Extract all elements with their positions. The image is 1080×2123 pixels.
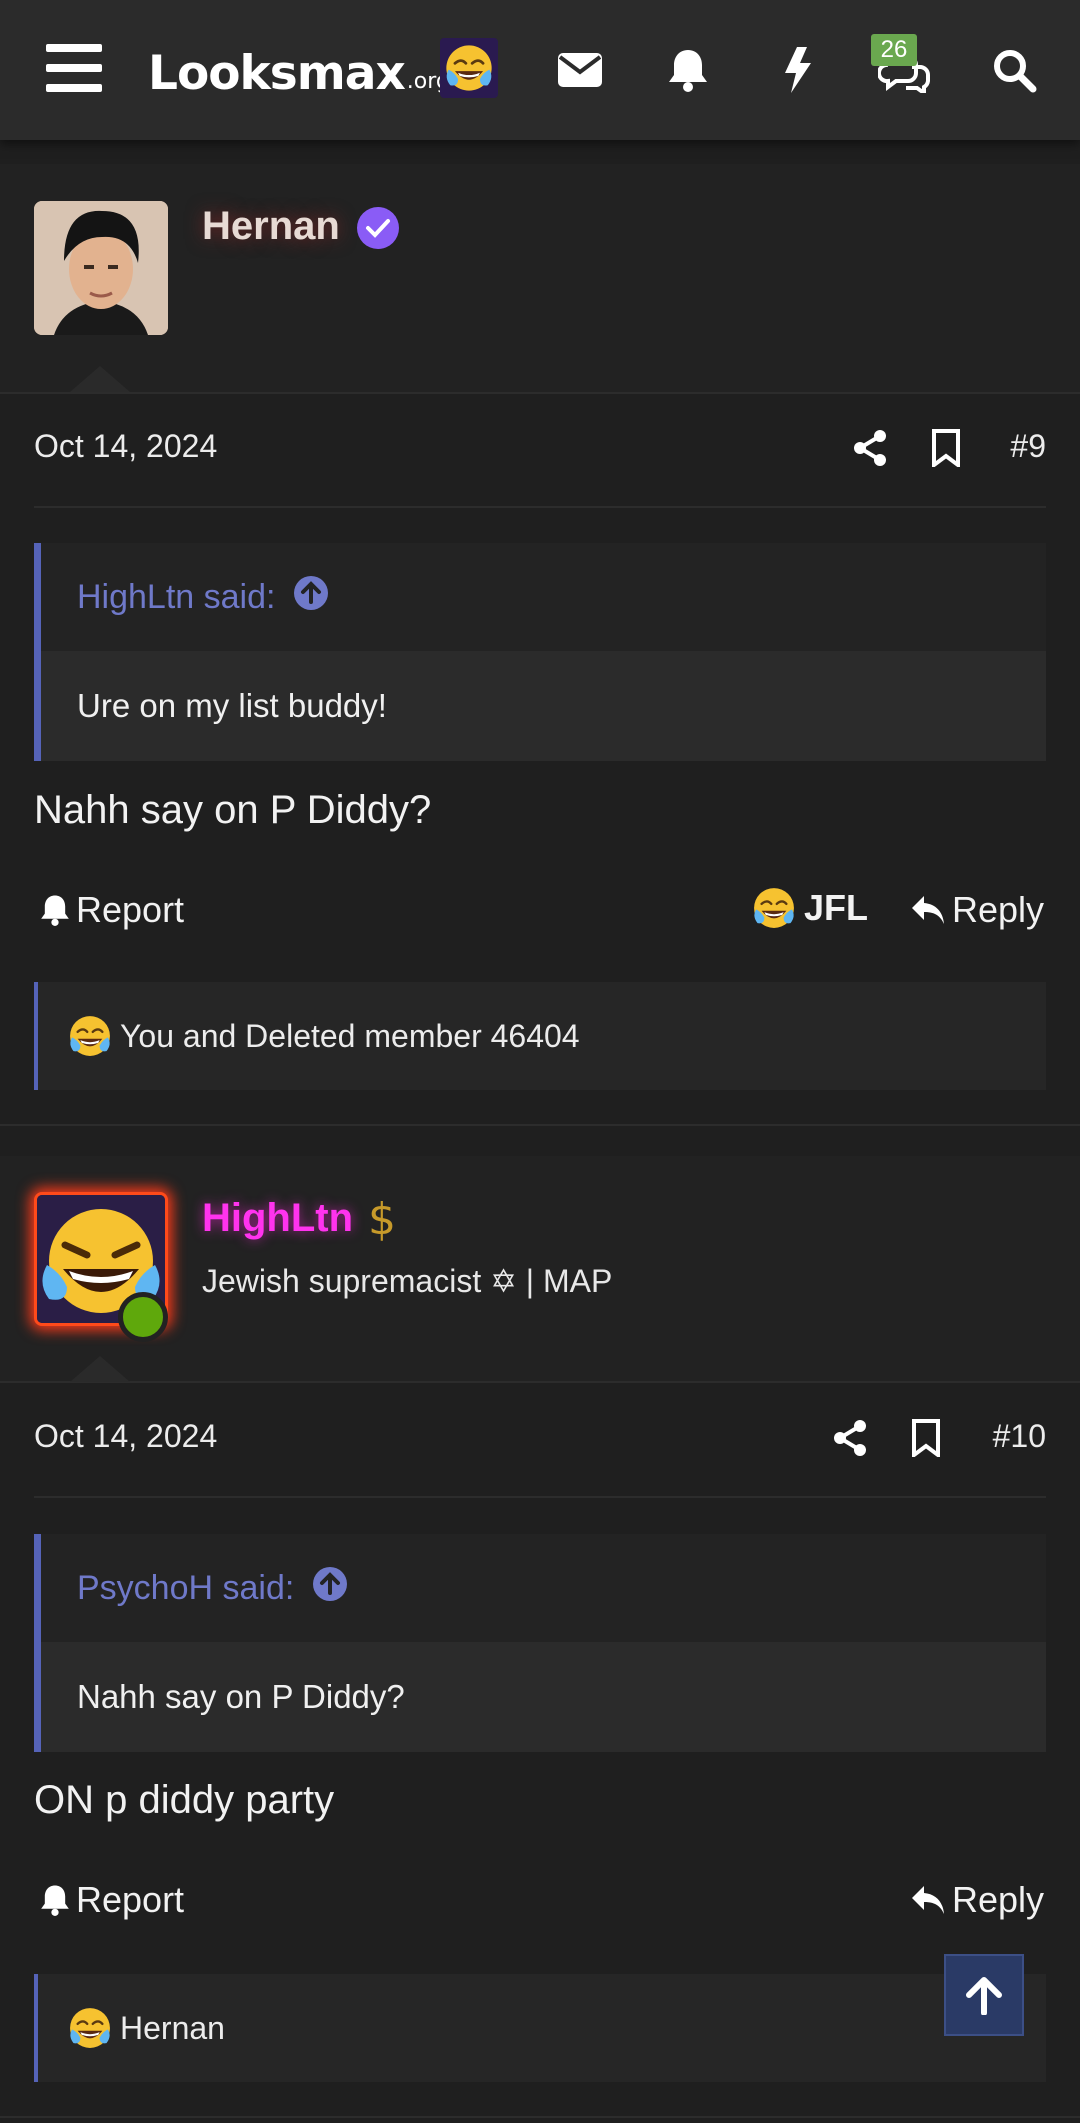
notification-count-badge[interactable]: 26 — [871, 34, 917, 66]
reactions-summary[interactable]: You and Deleted member 46404 — [34, 982, 1046, 1090]
share-icon[interactable] — [828, 1416, 872, 1460]
post-body: Nahh say on P Diddy? — [34, 788, 432, 832]
avatar-hernan[interactable] — [34, 201, 168, 335]
divider — [0, 392, 1080, 394]
bell-icon[interactable] — [656, 38, 720, 102]
quote-header[interactable]: HighLtn said: — [41, 543, 1046, 651]
post-date[interactable]: Oct 14, 2024 — [34, 1418, 217, 1455]
quote-author[interactable]: PsychoH said: — [77, 1569, 294, 1608]
user-title: Jewish supremacist ✡ | MAP — [202, 1263, 613, 1299]
quote-header[interactable]: PsychoH said: — [41, 1534, 1046, 1642]
reply-label: Reply — [952, 889, 1045, 930]
bookmark-icon[interactable] — [904, 1416, 948, 1460]
reply-button[interactable]: Reply — [910, 1879, 1044, 1921]
quote-block: PsychoH said: Nahh say on P Diddy? — [34, 1534, 1046, 1752]
quote-text: Ure on my list buddy! — [41, 651, 1046, 761]
laughing-crying-emoji-icon — [68, 2006, 112, 2050]
reactions-text[interactable]: You and Deleted member 46404 — [120, 1018, 580, 1055]
post-separator — [0, 2116, 1080, 2118]
laughing-crying-emoji-icon — [68, 1014, 112, 1058]
bell-icon — [41, 1885, 69, 1916]
arrow-up-icon — [966, 1977, 1002, 2015]
reaction-label: JFL — [804, 887, 869, 928]
reactions-summary[interactable]: Hernan — [34, 1974, 1046, 2082]
scroll-to-top-button[interactable] — [944, 1954, 1024, 2036]
report-button[interactable]: Report — [40, 889, 184, 931]
logo-text: Looksmax — [148, 46, 406, 101]
reply-icon — [912, 896, 944, 924]
online-status-indicator — [118, 1292, 168, 1342]
divider — [0, 1381, 1080, 1383]
quote-block: HighLtn said: Ure on my list buddy! — [34, 543, 1046, 761]
jump-to-quote-icon[interactable] — [293, 575, 329, 620]
report-label: Report — [76, 1879, 185, 1920]
reply-label: Reply — [952, 1879, 1045, 1920]
menu-icon[interactable] — [46, 44, 102, 94]
mail-icon[interactable] — [548, 38, 612, 102]
laughing-crying-emoji-icon — [440, 38, 498, 98]
quote-author[interactable]: HighLtn said: — [77, 578, 275, 617]
lightning-icon[interactable] — [766, 38, 830, 102]
avatar-notch — [70, 366, 130, 392]
reactions-text[interactable]: Hernan — [120, 2010, 225, 2047]
share-icon[interactable] — [848, 426, 892, 470]
search-icon[interactable] — [982, 38, 1046, 102]
dollar-sign-icon: $ — [368, 1194, 396, 1245]
reply-icon — [912, 1886, 944, 1914]
jump-to-quote-icon[interactable] — [312, 1566, 348, 1611]
quote-text: Nahh say on P Diddy? — [41, 1642, 1046, 1752]
report-label: Report — [76, 889, 185, 930]
avatar-notch — [70, 1356, 130, 1382]
post-number[interactable]: #10 — [946, 1418, 1046, 1455]
reply-button[interactable]: Reply — [910, 889, 1044, 931]
verified-icon — [356, 206, 400, 250]
site-logo[interactable]: Looksmax .org — [148, 40, 450, 100]
username[interactable]: Hernan — [202, 204, 340, 249]
reaction-button[interactable]: JFL — [752, 886, 868, 930]
report-button[interactable]: Report — [40, 1879, 184, 1921]
post-number[interactable]: #9 — [960, 428, 1046, 465]
divider — [34, 506, 1046, 508]
post-body: ON p diddy party — [34, 1778, 335, 1822]
post-date[interactable]: Oct 14, 2024 — [34, 428, 217, 465]
post-separator — [0, 1124, 1080, 1126]
laughing-crying-emoji-icon — [752, 886, 796, 930]
bell-icon — [41, 895, 69, 926]
divider — [34, 1496, 1046, 1498]
top-navigation-bar: Looksmax .org 26 — [0, 0, 1080, 140]
username[interactable]: HighLtn — [202, 1196, 353, 1241]
